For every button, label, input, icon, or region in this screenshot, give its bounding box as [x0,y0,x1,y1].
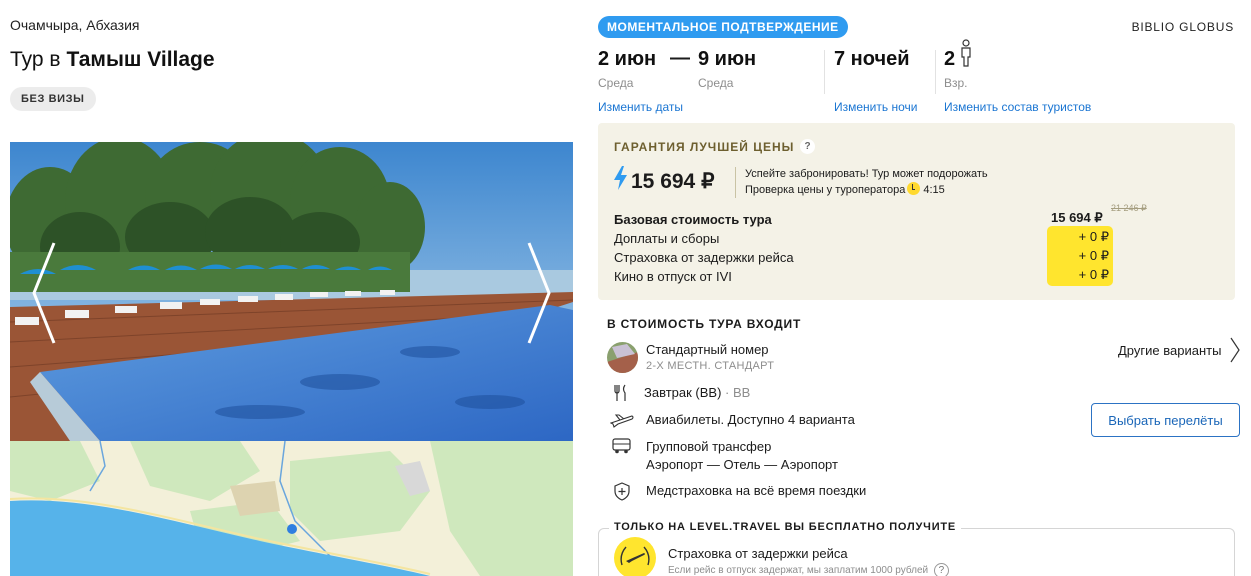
pool-illustration [10,142,573,441]
price-panel: ГАРАНТИЯ ЛУЧШЕЙ ЦЕНЫ ? 15 694 ₽ Успейте … [598,123,1235,300]
map-graphic [10,441,573,576]
bonus-description: Если рейс в отпуск задержат, мы заплатим… [668,565,929,576]
date-to-weekday: Среда [698,76,734,90]
bonus-subtext: Если рейс в отпуск задержат, мы заплатим… [668,563,949,576]
base-price-value: 15 694 ₽ [1051,210,1103,225]
bonus-label: Страховка от задержки рейса [668,546,848,561]
bus-icon [612,438,631,454]
tourists-count[interactable]: 2 [944,48,955,71]
choose-flights-button[interactable]: Выбрать перелёты [1091,403,1240,437]
lightning-icon [614,166,627,190]
price-check-text: Проверка цены у туроператора [745,184,906,196]
plane-icon [610,414,634,428]
includes-title: В СТОИМОСТЬ ТУРА ВХОДИТ [607,317,802,331]
bonus-help-icon[interactable]: ? [933,563,949,576]
cost-row-label: Базовая стоимость тура [614,212,772,227]
fees-value: + 0 ₽ [1078,229,1109,244]
flights-label: Авиабилеты. Доступно 4 варианта [646,412,855,427]
cost-breakdown: Базовая стоимость тура Доплаты и сборы С… [614,210,1114,286]
tourists-type: Взр. [944,76,968,90]
price-warning-line2: Проверка цены у туроператора 4:15 [745,182,988,198]
tour-operator: BIBLIO GLOBUS [1131,20,1234,34]
prev-photo-icon[interactable] [28,238,62,348]
date-from-weekday: Среда [598,76,634,90]
meal-label: Завтрак (BB) [644,385,722,400]
total-price: 15 694 ₽ [631,170,715,193]
shield-plus-icon [614,482,630,501]
price-warning-line1: Успейте забронировать! Тур может подорож… [745,168,988,180]
price-warning: Успейте забронировать! Тур может подорож… [735,167,988,198]
timer-icon [907,182,921,195]
change-nights-link[interactable]: Изменить ночи [834,100,917,114]
chevron-right-icon[interactable] [1229,337,1241,363]
divider [935,50,936,94]
insurance-label: Медстраховка на всё время поездки [646,483,867,498]
room-label: Стандартный номер [646,342,769,357]
meal-icon [614,384,626,401]
ivi-value: + 0 ₽ [1078,267,1109,282]
meal-code: · BB [725,385,751,400]
location-map[interactable] [10,441,573,576]
delay-insurance-value: + 0 ₽ [1078,248,1109,263]
change-dates-link[interactable]: Изменить даты [598,100,683,114]
room-image [607,342,638,373]
date-from[interactable]: 2 июн [598,48,656,71]
divider [824,50,825,94]
tour-page: Очамчыра, Абхазия Тур в Тамыш Village БЕ… [0,0,1251,576]
bonus-icon [614,537,656,576]
date-to[interactable]: 9 июн [698,48,756,71]
transfer-route: Аэропорт — Отель — Аэропорт [646,457,838,472]
room-type: 2-Х МЕСТН. СТАНДАРТ [646,360,775,372]
page-title: Тур в Тамыш Village [10,48,215,72]
other-rooms-link[interactable]: Другие варианты [1118,343,1221,358]
hotel-photo[interactable] [10,142,573,441]
laurel-plane-icon [620,546,650,566]
price-check-timer: 4:15 [923,184,945,196]
old-price-value: 21 246 ₽ [1111,203,1147,213]
meal-text: Завтрак (BB) · BB [644,385,750,400]
next-photo-icon[interactable] [521,238,555,348]
guarantee-help-icon[interactable]: ? [800,139,815,154]
visa-badge: БЕЗ ВИЗЫ [10,87,96,111]
cost-row-label: Кино в отпуск от IVI [614,269,732,284]
cost-row-label: Страховка от задержки рейса [614,250,794,265]
title-prefix: Тур в [10,48,61,71]
nights-count[interactable]: 7 ночей [834,48,910,71]
location-text: Очамчыра, Абхазия [10,17,140,33]
best-price-guarantee: ГАРАНТИЯ ЛУЧШЕЙ ЦЕНЫ [614,140,795,154]
bonus-title: ТОЛЬКО НА LEVEL.TRAVEL ВЫ БЕСПЛАТНО ПОЛУ… [609,521,962,533]
bonus-panel: ТОЛЬКО НА LEVEL.TRAVEL ВЫ БЕСПЛАТНО ПОЛУ… [598,521,1235,576]
room-thumbnail[interactable] [607,342,638,373]
cost-row-label: Доплаты и сборы [614,231,720,246]
date-dash: — [670,47,690,69]
hotel-name[interactable]: Тамыш Village [66,48,214,71]
tour-dates: 2 июн Среда — 9 июн Среда 7 ночей 2 Взр. [598,39,1238,95]
person-icon [961,39,971,67]
instant-confirmation-badge: МОМЕНТАЛЬНОЕ ПОДТВЕРЖДЕНИЕ [598,16,848,38]
transfer-label: Групповой трансфер [646,439,772,454]
change-tourists-link[interactable]: Изменить состав туристов [944,100,1091,114]
